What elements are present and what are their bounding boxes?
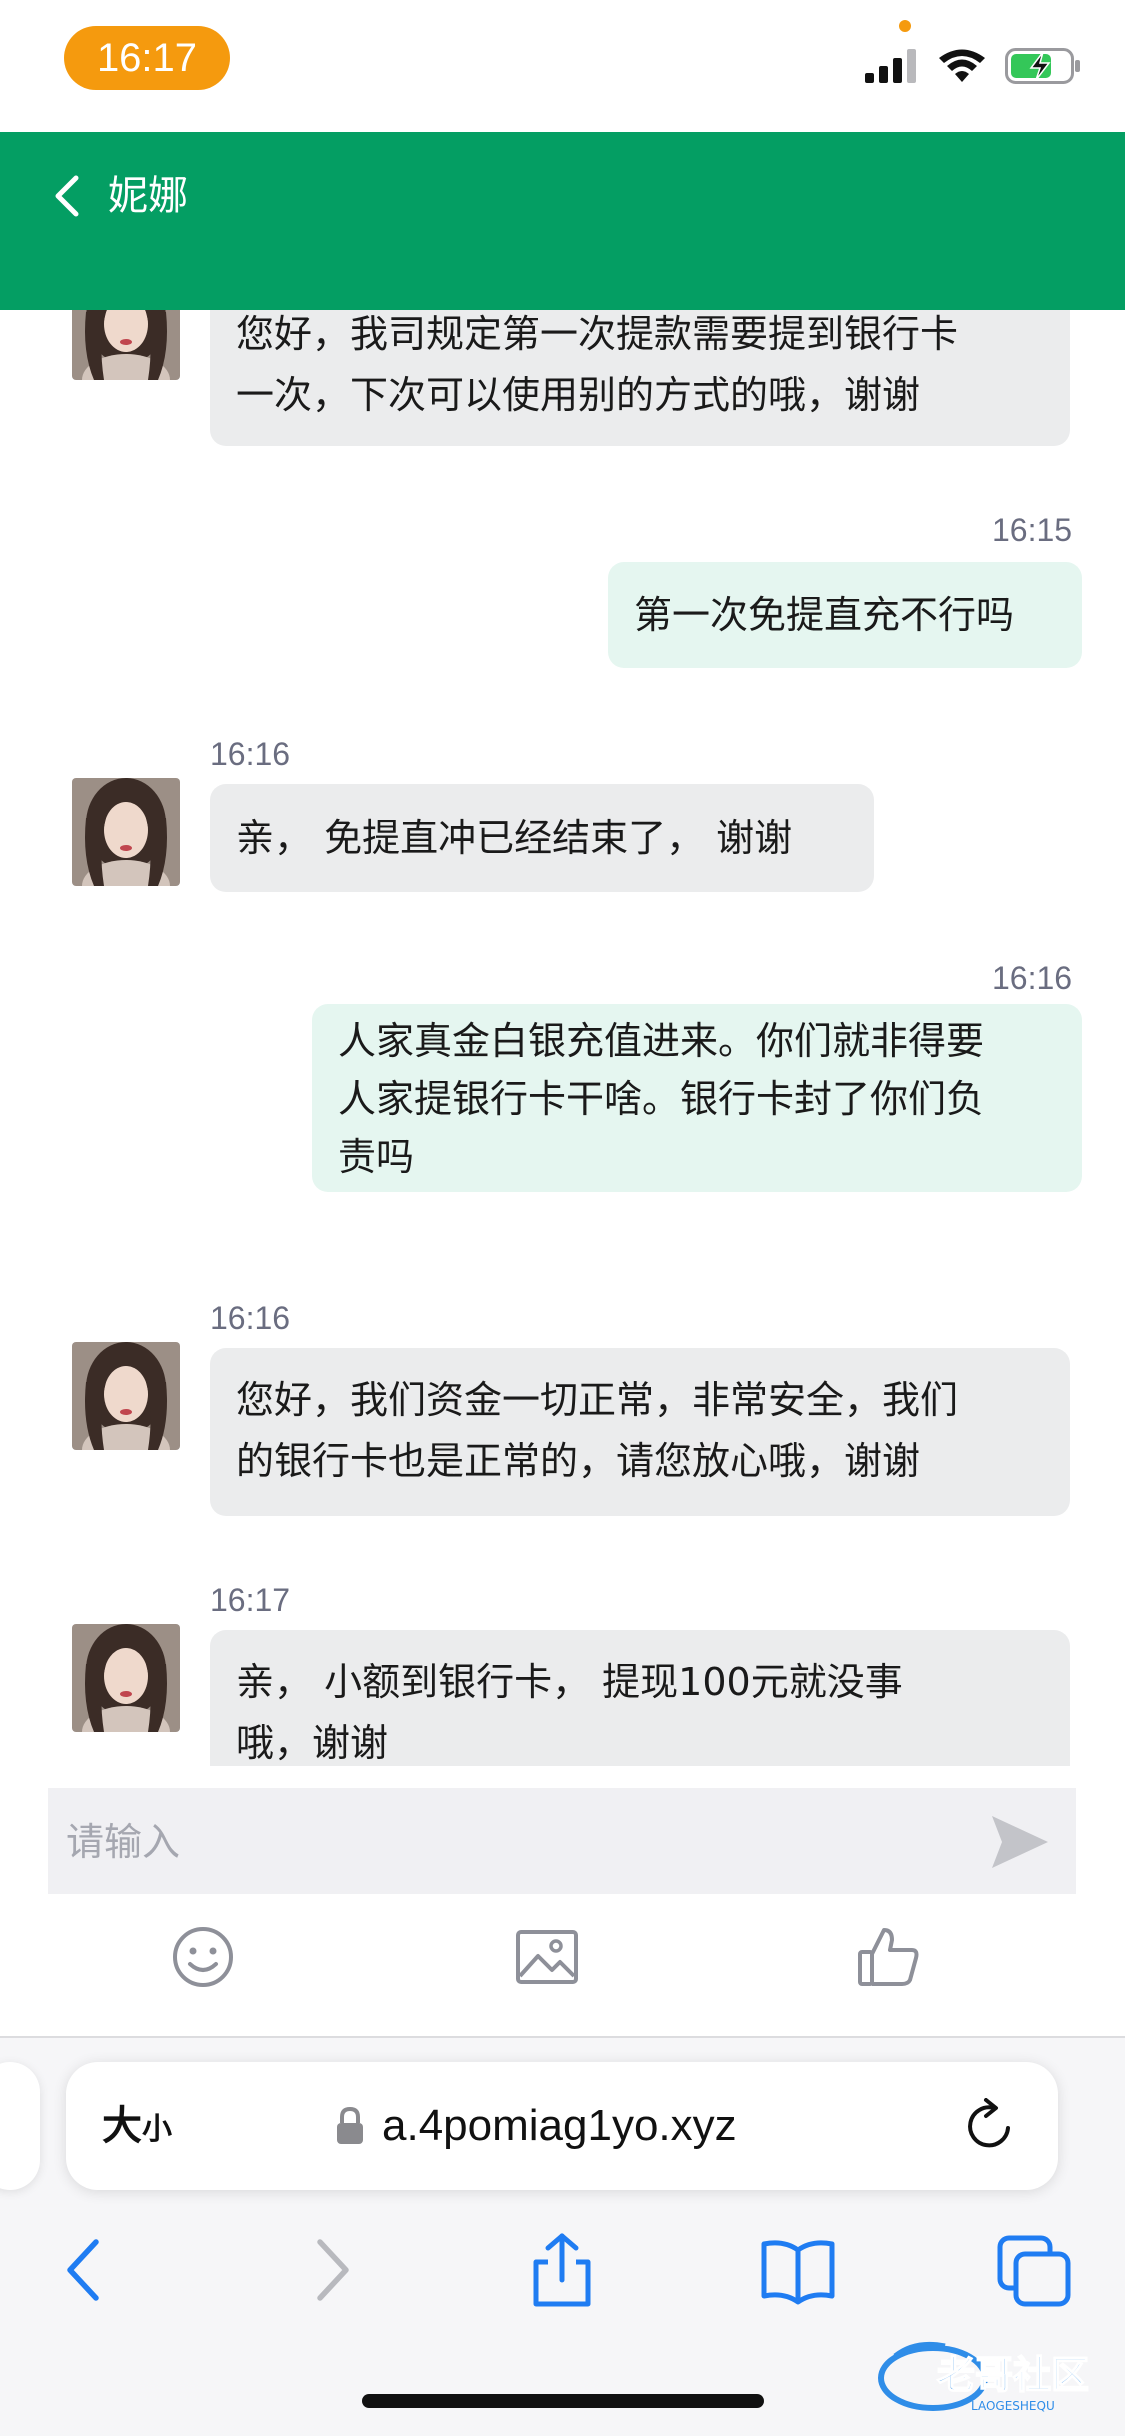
cellular-signal-icon [865,49,916,83]
back-chevron-icon[interactable] [40,164,96,228]
text-size-label-big: 大 [102,2103,142,2149]
message-time: 16:15 [992,512,1073,548]
message-time: 16:16 [992,960,1073,996]
back-icon[interactable] [48,2232,124,2308]
emoji-icon[interactable] [168,1922,238,1992]
image-icon[interactable] [512,1922,582,1992]
incoming-message-bubble[interactable]: 亲， 小额到银行卡， 提现100元就没事 哦，谢谢 [210,1630,1070,1766]
agent-avatar[interactable] [72,1624,180,1732]
chat-message-list[interactable]: 您好，我司规定第一次提款需要提到银行卡 一次，下次可以使用别的方式的哦，谢谢 1… [0,310,1125,1766]
send-icon[interactable] [988,1812,1052,1872]
tabs-icon[interactable] [996,2232,1072,2308]
previous-tab-edge[interactable] [0,2062,40,2190]
browser-toolbar: 大小 a.4pomiag1yo.xyz 老哥社区 LAOGESHEQU [0,2036,1125,2436]
agent-avatar[interactable] [72,1342,180,1450]
contact-name: 妮娜 [108,173,188,219]
message-time: 16:16 [210,736,291,772]
chat-header: 妮娜 [0,132,1125,310]
address-bar[interactable]: 大小 a.4pomiag1yo.xyz [66,2062,1058,2190]
text-size-label-small: 小 [142,2112,172,2147]
share-icon[interactable] [524,2232,600,2308]
forward-icon[interactable] [292,2232,368,2308]
outgoing-message-bubble[interactable]: 第一次免提直充不行吗 [608,562,1082,668]
incoming-message-bubble[interactable]: 亲， 免提直冲已经结束了， 谢谢 [210,784,874,892]
status-icons [865,46,1081,86]
incoming-message-bubble[interactable]: 您好，我们资金一切正常，非常安全，我们 的银行卡也是正常的，请您放心哦，谢谢 [210,1348,1070,1516]
agent-avatar[interactable] [72,310,180,380]
outgoing-message-bubble[interactable]: 人家真金白银充值进来。你们就非得要 人家提银行卡干啥。银行卡封了你们负 责吗 [312,1004,1082,1192]
message-time: 16:17 [210,1582,291,1618]
reload-icon[interactable] [962,2098,1018,2154]
screen: 16:17 妮娜 您好，我司规定第一次提款需要提到银行卡 一次，下次可以使用别的… [0,0,1125,2436]
privacy-indicator-dot [899,20,911,32]
home-indicator[interactable] [362,2394,764,2408]
svg-text:老哥社区: 老哥社区 [937,2353,1089,2397]
bookmarks-icon[interactable] [760,2232,836,2308]
svg-text:LAOGESHEQU: LAOGESHEQU [971,2399,1055,2413]
lock-icon [337,2107,363,2144]
agent-avatar[interactable] [72,778,180,886]
input-container [48,1788,1076,1896]
watermark-logo: 老哥社区 LAOGESHEQU [878,2341,1090,2413]
incoming-message-bubble[interactable]: 您好，我司规定第一次提款需要提到银行卡 一次，下次可以使用别的方式的哦，谢谢 [210,310,1070,446]
thumbs-up-icon[interactable] [854,1922,924,1992]
url-text: a.4pomiag1yo.xyz [382,2101,737,2150]
message-time: 16:16 [210,1300,291,1336]
message-input[interactable] [64,1788,968,1896]
battery-charging-icon [1005,48,1080,84]
wifi-icon [939,49,985,82]
status-bar: 16:17 [0,0,1125,132]
text-size-button[interactable]: 大小 [102,2092,172,2160]
url-wrap[interactable]: a.4pomiag1yo.xyz [336,2092,737,2160]
message-composer [0,1766,1125,2036]
status-time[interactable]: 16:17 [64,26,230,90]
